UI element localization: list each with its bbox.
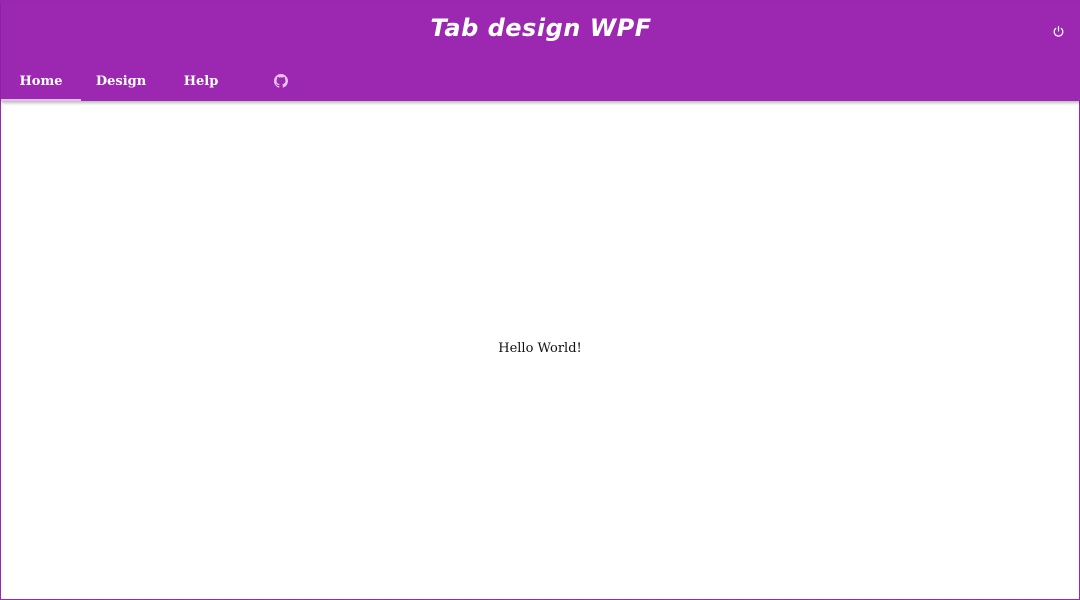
tab-help[interactable]: Help (161, 61, 241, 101)
app-header: Tab design WPF Home Design Help (1, 1, 1080, 101)
tab-help-label: Help (183, 73, 219, 89)
app-window: Tab design WPF Home Design Help Hello Wo… (0, 0, 1080, 600)
github-icon (274, 74, 288, 88)
power-button[interactable] (1049, 22, 1067, 40)
tab-content-home: Hello World! (1, 101, 1079, 599)
tab-home[interactable]: Home (1, 61, 81, 101)
tab-home-label: Home (19, 73, 63, 89)
app-title: Tab design WPF (430, 14, 652, 42)
tab-design[interactable]: Design (81, 61, 161, 101)
content-text: Hello World! (498, 340, 582, 356)
tab-bar: Home Design Help (1, 61, 321, 101)
tab-github[interactable] (241, 61, 321, 101)
power-icon (1053, 25, 1063, 37)
tab-design-label: Design (95, 73, 147, 89)
